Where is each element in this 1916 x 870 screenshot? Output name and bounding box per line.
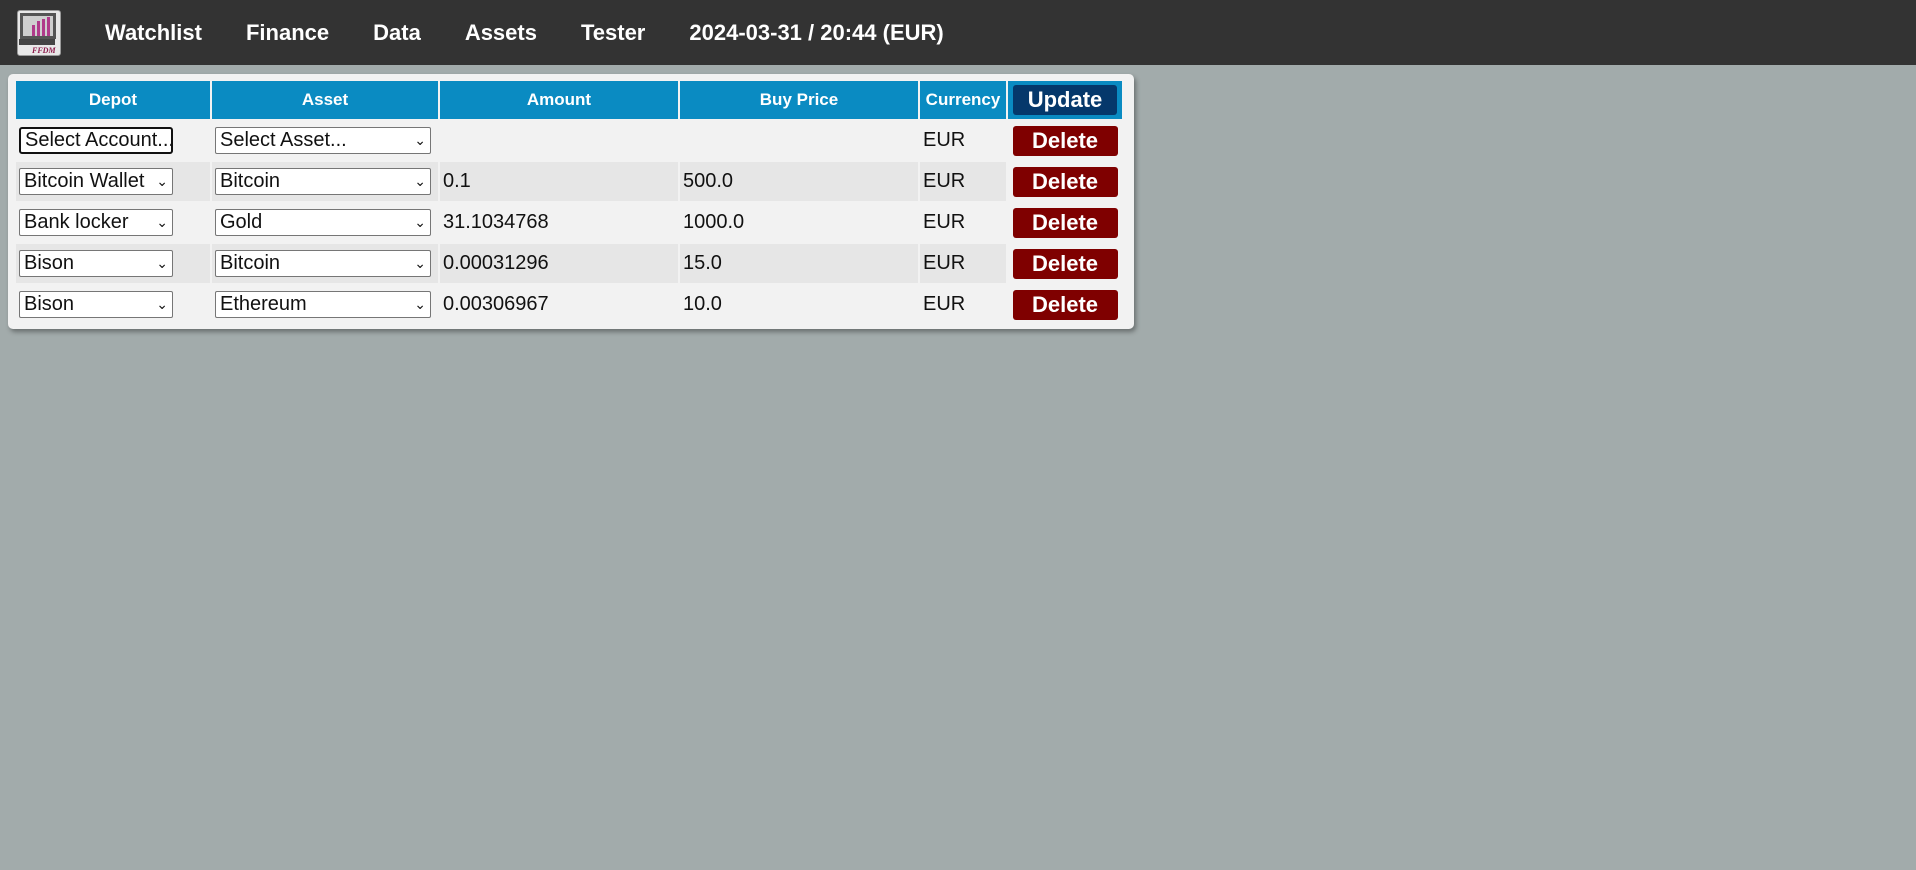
asset-select[interactable]: Select Asset... ⌄: [215, 127, 431, 154]
depot-select[interactable]: Bitcoin Wallet ⌄: [19, 168, 173, 195]
depot-select-value: Bison: [24, 252, 75, 274]
chevron-down-icon: ⌄: [414, 296, 426, 312]
delete-cell: Delete: [1008, 162, 1122, 201]
currency-cell: EUR: [920, 162, 1006, 201]
asset-holdings-panel: Depot Asset Amount Buy Price Currency Up…: [8, 74, 1134, 329]
currency-cell: EUR: [920, 203, 1006, 242]
delete-button[interactable]: Delete: [1012, 289, 1118, 320]
table-row: Bitcoin Wallet ⌄ Bitcoin ⌄ 0.1 500.0 EUR D…: [16, 162, 1122, 201]
table-header-row: Depot Asset Amount Buy Price Currency Up…: [16, 81, 1122, 119]
amount-cell: 0.00031296: [440, 244, 678, 283]
depot-select[interactable]: Select Account...⌄: [19, 127, 173, 154]
amount-cell: 31.1034768: [440, 203, 678, 242]
depot-select-value: Bitcoin Wallet: [24, 170, 145, 192]
delete-button[interactable]: Delete: [1012, 207, 1118, 238]
depot-cell: Bison ⌄: [16, 285, 210, 324]
nav-finance[interactable]: Finance: [246, 20, 329, 46]
currency-cell: EUR: [920, 244, 1006, 283]
chevron-down-icon: ⌄: [414, 132, 426, 148]
buy-price-cell: 500.0: [680, 162, 918, 201]
depot-select-value: Bank locker: [24, 211, 129, 233]
asset-cell: Bitcoin ⌄: [212, 162, 438, 201]
asset-select-value: Gold: [220, 211, 263, 233]
delete-button[interactable]: Delete: [1012, 166, 1118, 197]
asset-select[interactable]: Bitcoin ⌄: [215, 250, 431, 277]
depot-cell: Select Account...⌄: [16, 121, 210, 160]
delete-cell: Delete: [1008, 203, 1122, 242]
chevron-down-icon: ⌄: [414, 255, 426, 271]
table-row: Bison ⌄ Ethereum ⌄ 0.00306967 10.0 EUR Del…: [16, 285, 1122, 324]
header-currency: Currency: [920, 81, 1006, 119]
chevron-down-icon: ⌄: [156, 296, 168, 312]
ffdm-logo-icon[interactable]: FFDM: [17, 9, 61, 56]
asset-select[interactable]: Bitcoin ⌄: [215, 168, 431, 195]
chevron-down-icon: ⌄: [156, 214, 168, 230]
delete-cell: Delete: [1008, 244, 1122, 283]
asset-cell: Ethereum ⌄: [212, 285, 438, 324]
header-update-cell: Update: [1008, 81, 1122, 119]
delete-button[interactable]: Delete: [1012, 248, 1118, 279]
asset-select-value: Bitcoin: [220, 252, 281, 274]
depot-cell: Bitcoin Wallet ⌄: [16, 162, 210, 201]
logo-text: FFDM: [31, 46, 56, 55]
depot-select[interactable]: Bank locker ⌄: [19, 209, 173, 236]
nav-tester[interactable]: Tester: [581, 20, 645, 46]
asset-select[interactable]: Ethereum ⌄: [215, 291, 431, 318]
header-amount: Amount: [440, 81, 678, 119]
amount-cell: [440, 121, 678, 160]
table-row: Bison ⌄ Bitcoin ⌄ 0.00031296 15.0 EUR Dele…: [16, 244, 1122, 283]
header-asset: Asset: [212, 81, 438, 119]
buy-price-cell: 1000.0: [680, 203, 918, 242]
asset-select[interactable]: Gold ⌄: [215, 209, 431, 236]
chevron-down-icon: ⌄: [414, 214, 426, 230]
date-currency-status: 2024-03-31 / 20:44 (EUR): [689, 19, 944, 45]
table-row: Select Account...⌄ Select Asset...⌄ EUR …: [16, 121, 1122, 160]
buy-price-cell: 15.0: [680, 244, 918, 283]
currency-cell: EUR: [920, 285, 1006, 324]
table-row: Bank locker ⌄ Gold ⌄ 31.1034768 1000.0 EUR…: [16, 203, 1122, 242]
buy-price-cell: 10.0: [680, 285, 918, 324]
depot-select-value: Select Account...: [25, 129, 173, 151]
chevron-down-icon: ⌄: [414, 173, 426, 189]
currency-cell: EUR: [920, 121, 1006, 160]
asset-cell: Select Asset... ⌄: [212, 121, 438, 160]
nav-assets[interactable]: Assets: [465, 20, 537, 46]
delete-cell: Delete: [1008, 285, 1122, 324]
depot-select-value: Bison: [24, 293, 75, 315]
asset-cell: Gold ⌄: [212, 203, 438, 242]
delete-button[interactable]: Delete: [1012, 125, 1118, 156]
depot-select[interactable]: Bison ⌄: [19, 291, 173, 318]
buy-price-cell: [680, 121, 918, 160]
depot-cell: Bison ⌄: [16, 244, 210, 283]
chevron-down-icon: ⌄: [156, 173, 168, 189]
chevron-down-icon: ⌄: [156, 255, 168, 271]
amount-cell: 0.00306967: [440, 285, 678, 324]
nav-data[interactable]: Data: [373, 20, 421, 46]
amount-cell: 0.1: [440, 162, 678, 201]
asset-select-value: Bitcoin: [220, 170, 281, 192]
nav-watchlist[interactable]: Watchlist: [105, 20, 202, 46]
asset-select-value: Select Asset...: [220, 129, 347, 151]
top-navigation-bar: FFDM Watchlist Finance Data Assets Teste…: [0, 0, 1916, 65]
depot-select[interactable]: Bison ⌄: [19, 250, 173, 277]
header-buy-price: Buy Price: [680, 81, 918, 119]
header-depot: Depot: [16, 81, 210, 119]
update-button[interactable]: Update: [1013, 85, 1117, 115]
asset-cell: Bitcoin ⌄: [212, 244, 438, 283]
delete-cell: Delete: [1008, 121, 1122, 160]
holdings-table: Depot Asset Amount Buy Price Currency Up…: [14, 79, 1124, 326]
depot-cell: Bank locker ⌄: [16, 203, 210, 242]
asset-select-value: Ethereum: [220, 293, 307, 315]
